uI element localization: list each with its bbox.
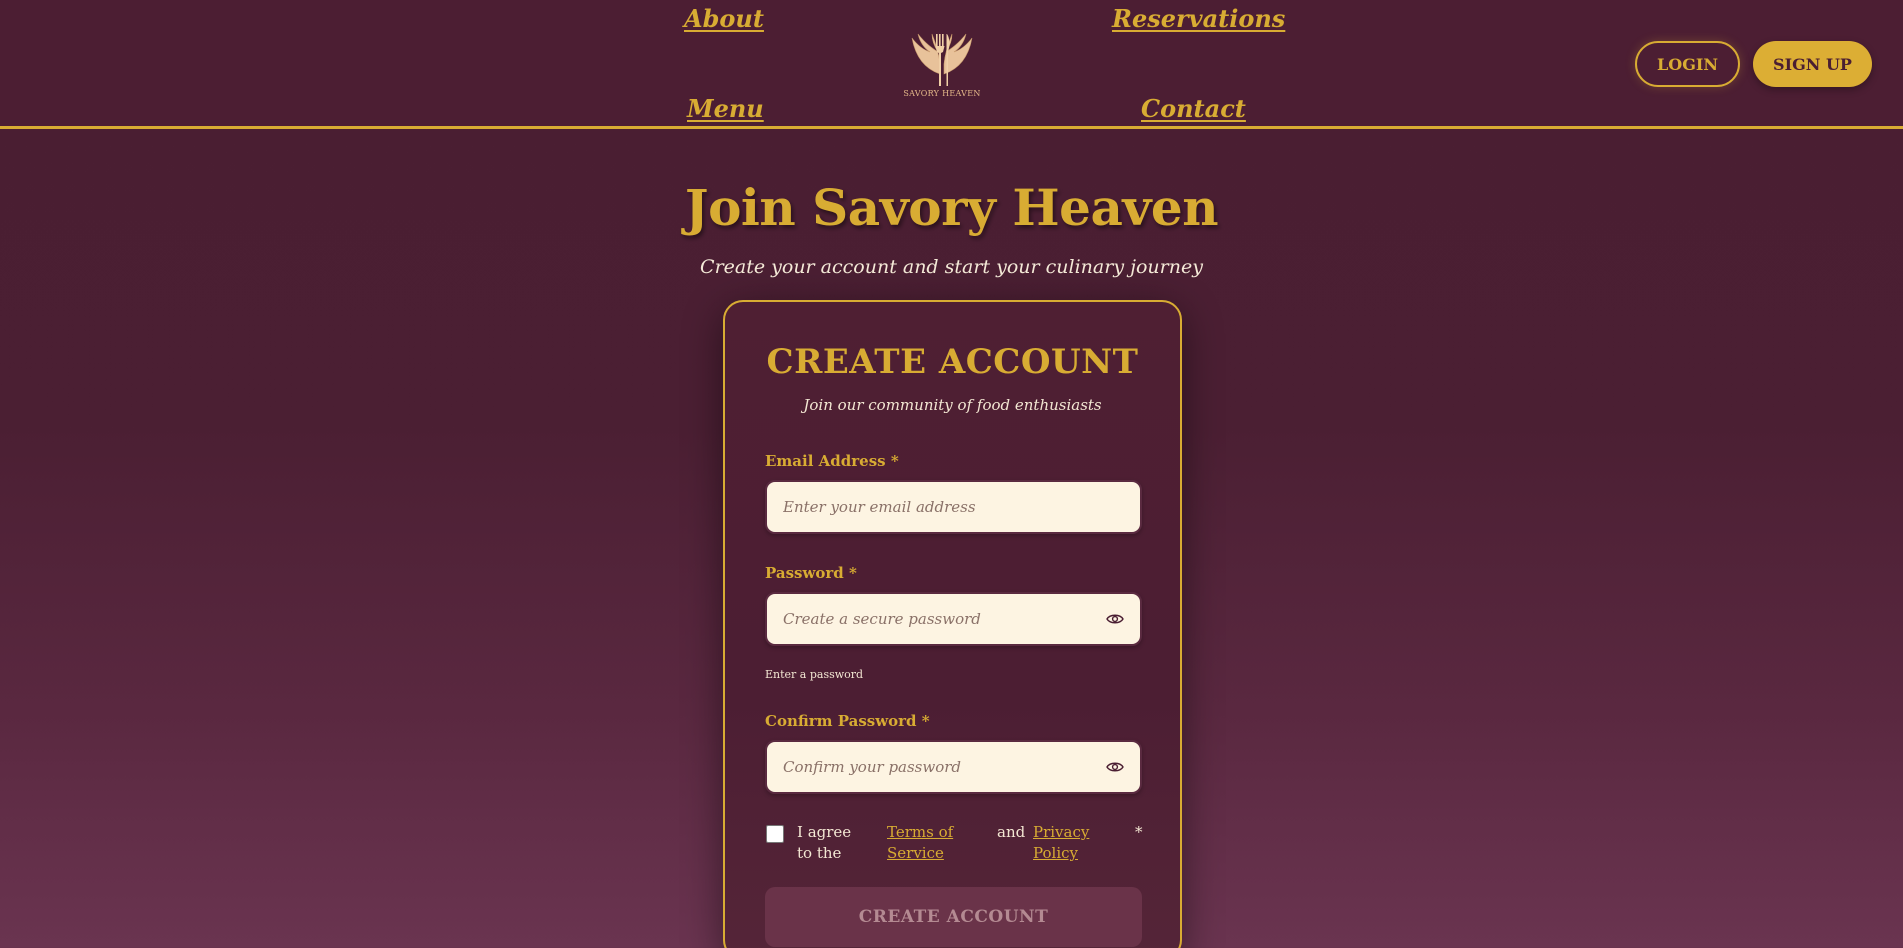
create-account-button[interactable]: CREATE ACCOUNT: [765, 887, 1142, 947]
password-field-wrapper: [765, 592, 1142, 646]
login-button[interactable]: LOGIN: [1635, 41, 1740, 87]
nav-link-contact[interactable]: Contact: [1141, 94, 1246, 123]
terms-agreement: I agree to the Terms of Service and Priv…: [765, 822, 1143, 866]
confirm-password-label: Confirm Password *: [765, 712, 930, 730]
nav-link-about[interactable]: About: [684, 4, 764, 33]
form-title: CREATE ACCOUNT: [766, 342, 1139, 382]
password-label: Password *: [765, 564, 857, 582]
form-subtitle: Join our community of food enthusiasts: [803, 396, 1102, 414]
nav-link-reservations[interactable]: Reservations: [1112, 4, 1285, 33]
and-text: and: [997, 823, 1026, 841]
email-field[interactable]: [767, 482, 1140, 532]
terms-checkbox[interactable]: [766, 825, 784, 843]
password-hint: Enter a password: [765, 668, 864, 681]
agree-text: I agree to the: [797, 823, 852, 862]
eye-icon[interactable]: [1106, 611, 1124, 627]
signup-form-card: CREATE ACCOUNT Join our community of foo…: [723, 300, 1182, 948]
page-title: Join Savory Heaven: [684, 178, 1219, 237]
nav-link-menu[interactable]: Menu: [687, 94, 764, 123]
confirm-password-field-wrapper: [765, 740, 1142, 794]
confirm-password-field[interactable]: [767, 742, 1140, 792]
logo-text: SAVORY HEAVEN: [903, 89, 981, 98]
privacy-policy-link[interactable]: Privacy Policy: [1033, 822, 1103, 864]
page-subtitle: Create your account and start your culin…: [700, 256, 1203, 278]
required-marker: *: [1135, 823, 1143, 841]
terms-of-service-link[interactable]: Terms of Service: [887, 822, 967, 864]
signup-button[interactable]: SIGN UP: [1753, 41, 1872, 87]
password-field[interactable]: [767, 594, 1140, 644]
email-label: Email Address *: [765, 452, 899, 470]
email-field-wrapper: [765, 480, 1142, 534]
eye-icon[interactable]: [1106, 759, 1124, 775]
site-header: About Reservations Menu Contact SAVORY H…: [0, 0, 1903, 129]
